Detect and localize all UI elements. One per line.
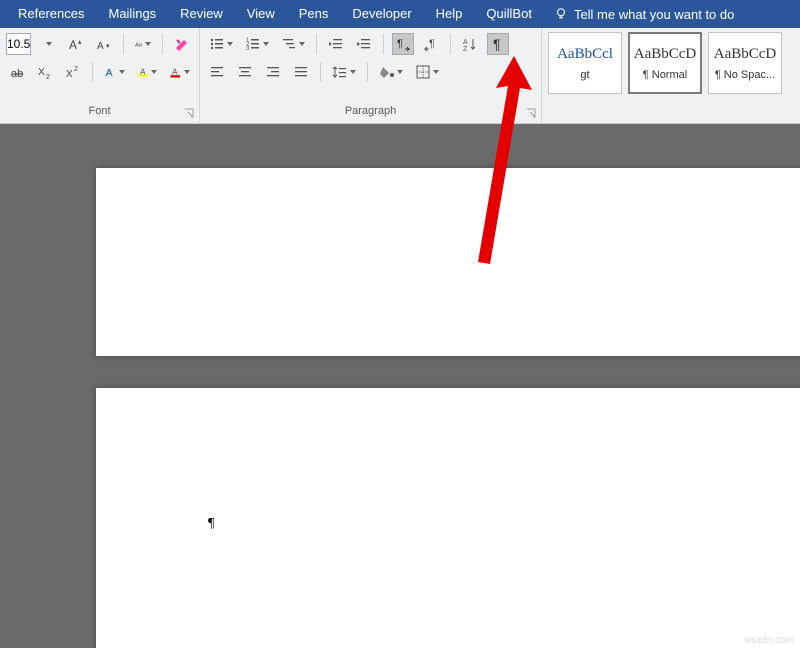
- sort-button[interactable]: AZ: [459, 33, 481, 55]
- superscript-button[interactable]: X2: [62, 61, 84, 83]
- shrink-font-button[interactable]: A▾: [93, 33, 115, 55]
- tab-references[interactable]: References: [6, 0, 96, 28]
- svg-text:▾: ▾: [106, 43, 110, 50]
- clear-formatting-button[interactable]: [171, 33, 193, 55]
- svg-text:A: A: [97, 41, 104, 52]
- group-paragraph: 123 ¶ ¶ AZ ¶: [200, 28, 542, 123]
- justify-button[interactable]: [290, 61, 312, 83]
- change-case-button[interactable]: Aa: [132, 33, 154, 55]
- style-gt[interactable]: AaBbCcl gt: [548, 32, 622, 94]
- separator: [316, 34, 317, 54]
- separator: [162, 34, 163, 54]
- bullets-button[interactable]: [206, 33, 236, 55]
- tab-quillbot[interactable]: QuillBot: [474, 0, 544, 28]
- style-normal[interactable]: AaBbCcD ¶ Normal: [628, 32, 702, 94]
- separator: [367, 62, 368, 82]
- svg-text:A: A: [463, 39, 468, 46]
- style-name: ¶ No Spac...: [715, 69, 775, 81]
- paragraph-mark-icon: ¶: [208, 516, 214, 532]
- style-sample: AaBbCcD: [634, 46, 697, 63]
- numbering-button[interactable]: 123: [242, 33, 272, 55]
- style-name: ¶ Normal: [643, 69, 687, 81]
- svg-text:¶: ¶: [493, 36, 501, 52]
- separator: [383, 34, 384, 54]
- align-right-button[interactable]: [262, 61, 284, 83]
- svg-text:¶: ¶: [429, 38, 435, 50]
- separator: [450, 34, 451, 54]
- pilcrow-icon: ¶: [643, 69, 652, 81]
- separator: [92, 62, 93, 82]
- page-1[interactable]: [96, 168, 800, 356]
- ribbon-tabstrip: References Mailings Review View Pens Dev…: [0, 0, 800, 28]
- lightbulb-icon: [554, 7, 568, 21]
- font-size-dropdown[interactable]: [37, 33, 59, 55]
- svg-text:A: A: [69, 38, 77, 52]
- font-color-button[interactable]: A: [166, 61, 193, 83]
- shading-button[interactable]: [376, 61, 406, 83]
- highlight-button[interactable]: A: [134, 61, 161, 83]
- tab-pens[interactable]: Pens: [287, 0, 341, 28]
- ltr-direction-button[interactable]: ¶: [392, 33, 414, 55]
- tab-developer[interactable]: Developer: [340, 0, 423, 28]
- watermark: wsxdn.com: [744, 635, 794, 646]
- tell-me-search[interactable]: Tell me what you want to do: [544, 7, 734, 22]
- page-2[interactable]: ¶: [96, 388, 800, 648]
- font-size-input[interactable]: 10.5: [6, 33, 31, 55]
- svg-text:2: 2: [74, 66, 78, 73]
- svg-text:A: A: [105, 68, 112, 79]
- align-center-button[interactable]: [234, 61, 256, 83]
- svg-text:2: 2: [46, 74, 50, 80]
- tab-review[interactable]: Review: [168, 0, 235, 28]
- group-label-font: Font: [0, 105, 199, 123]
- line-spacing-button[interactable]: [329, 61, 359, 83]
- group-styles: AaBbCcl gt AaBbCcD ¶ Normal AaBbCcD ¶ No…: [542, 28, 800, 123]
- dialog-launcher-icon[interactable]: [183, 107, 195, 119]
- increase-indent-button[interactable]: [353, 33, 375, 55]
- multilevel-list-button[interactable]: [278, 33, 308, 55]
- svg-text:Aa: Aa: [135, 43, 143, 49]
- group-font: 10.5 A▴ A▾ Aa ab X2 X2 A A A Font: [0, 28, 200, 123]
- show-hide-paragraph-button[interactable]: ¶: [487, 33, 509, 55]
- style-sample: AaBbCcl: [557, 46, 613, 63]
- borders-button[interactable]: [412, 61, 442, 83]
- text-effects-button[interactable]: A: [101, 61, 128, 83]
- separator: [123, 34, 124, 54]
- svg-text:Z: Z: [463, 46, 468, 52]
- style-no-spacing[interactable]: AaBbCcD ¶ No Spac...: [708, 32, 782, 94]
- svg-text:A: A: [140, 67, 146, 76]
- rtl-direction-button[interactable]: ¶: [420, 33, 442, 55]
- document-area[interactable]: ¶: [0, 124, 800, 648]
- subscript-button[interactable]: X2: [34, 61, 56, 83]
- svg-text:X: X: [38, 67, 45, 78]
- svg-text:3: 3: [246, 46, 250, 52]
- svg-text:X: X: [66, 69, 73, 80]
- style-name: gt: [580, 69, 589, 81]
- grow-font-button[interactable]: A▴: [65, 33, 87, 55]
- svg-text:ab: ab: [11, 68, 23, 80]
- svg-text:▴: ▴: [78, 39, 82, 46]
- strikethrough-button[interactable]: ab: [6, 61, 28, 83]
- pilcrow-icon: ¶: [715, 69, 724, 81]
- style-sample: AaBbCcD: [714, 46, 777, 63]
- svg-text:A: A: [172, 67, 178, 76]
- tell-me-label: Tell me what you want to do: [574, 7, 734, 22]
- dialog-launcher-icon[interactable]: [525, 107, 537, 119]
- tab-help[interactable]: Help: [424, 0, 475, 28]
- group-label-paragraph: Paragraph: [200, 105, 541, 123]
- tab-view[interactable]: View: [235, 0, 287, 28]
- separator: [320, 62, 321, 82]
- tab-mailings[interactable]: Mailings: [96, 0, 168, 28]
- align-left-button[interactable]: [206, 61, 228, 83]
- ribbon: 10.5 A▴ A▾ Aa ab X2 X2 A A A Font: [0, 28, 800, 124]
- svg-text:¶: ¶: [397, 38, 403, 50]
- decrease-indent-button[interactable]: [325, 33, 347, 55]
